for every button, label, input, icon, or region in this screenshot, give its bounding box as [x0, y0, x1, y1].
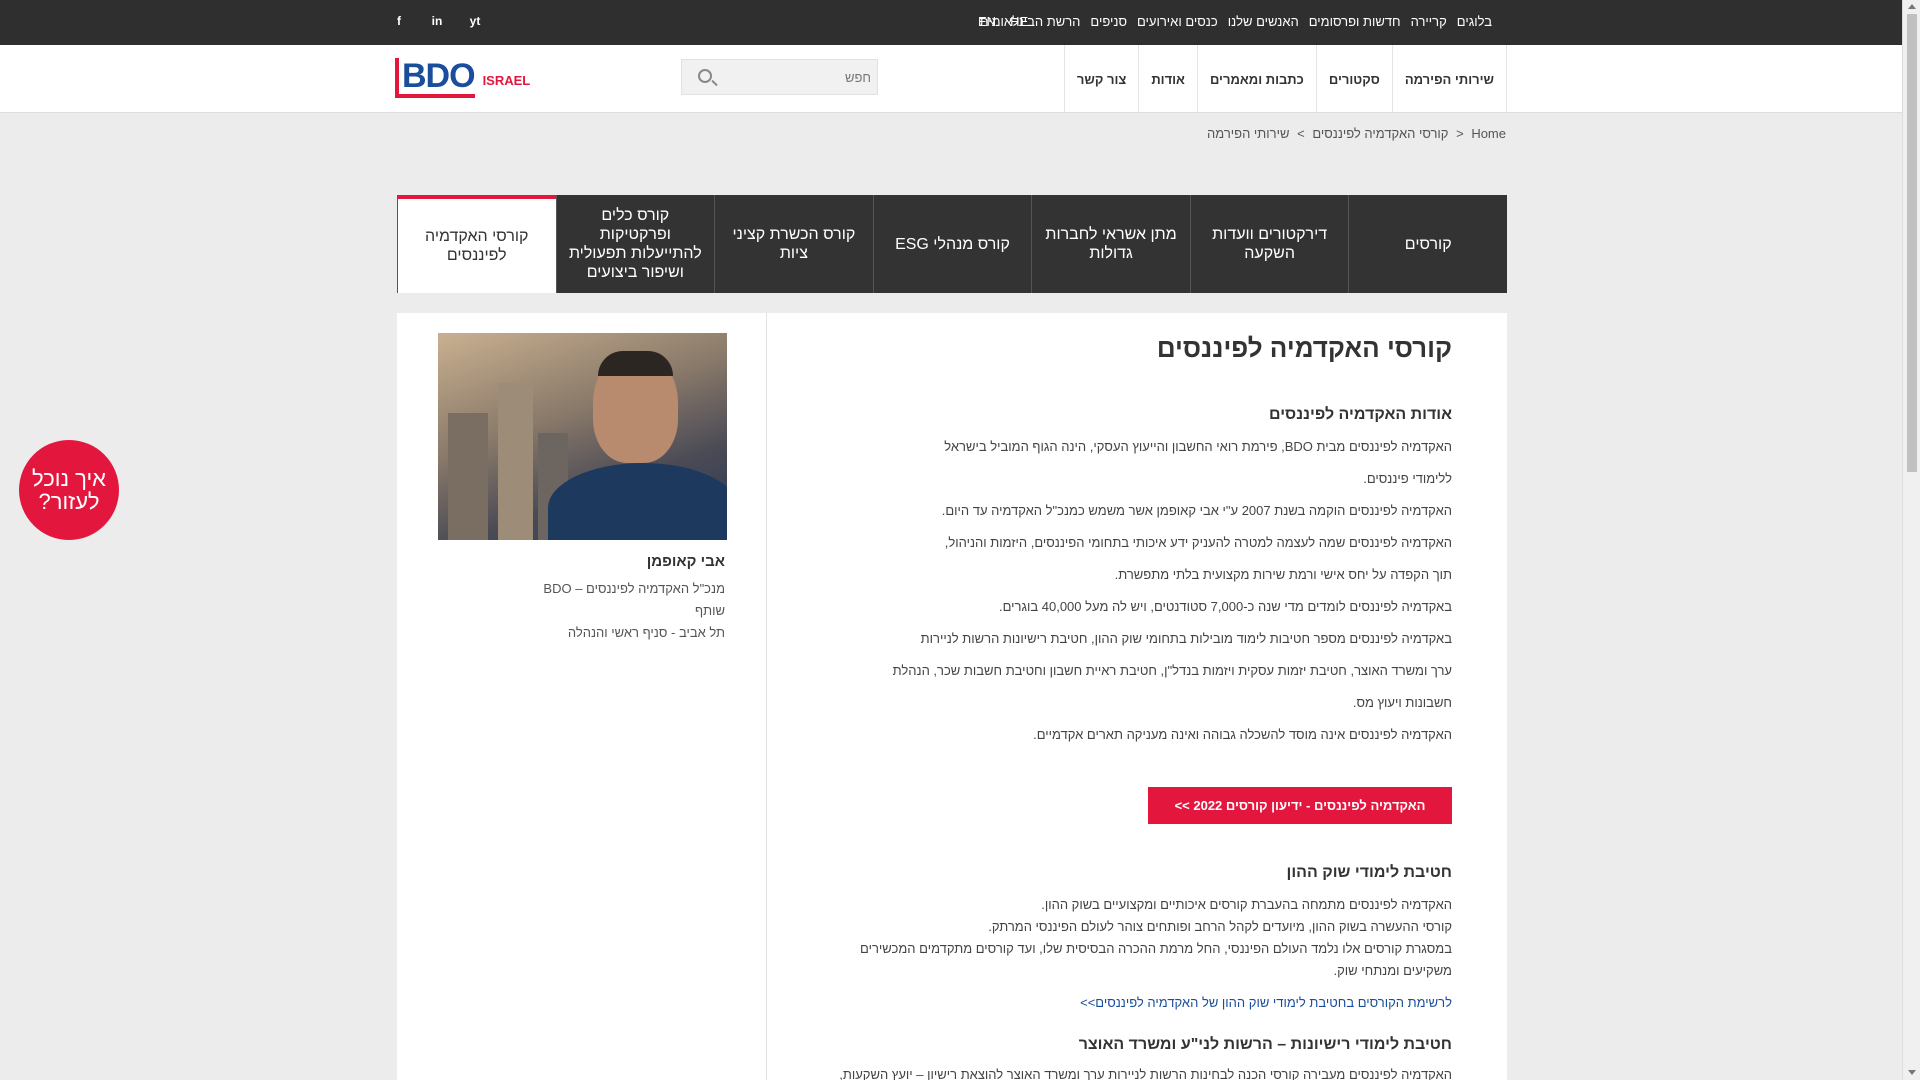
- about-paragraph: ערך ומשרד האוצר, חטיבת יזמות עסקית ויזמו…: [892, 663, 1452, 678]
- breadcrumb-sep: >: [1456, 126, 1464, 141]
- logo-country: ISRAEL: [482, 73, 531, 88]
- toplink-events[interactable]: כנסים ואירועים: [1137, 14, 1218, 29]
- tab-operations[interactable]: קורס כלים ופרקטיקות להתייעלות תפעולית וש…: [555, 195, 715, 293]
- person-photo: [438, 333, 727, 540]
- breadcrumb-current: קורסי האקדמיה לפיננסים: [1312, 126, 1449, 141]
- logo-mark: BDO: [395, 58, 476, 98]
- tab-credit[interactable]: מתן אשראי לחברות גדולות: [1031, 195, 1190, 293]
- breadcrumb-firm-services[interactable]: שירותי הפירמה: [1207, 126, 1289, 141]
- about-paragraph: ללימודי פיננסים.: [1363, 471, 1452, 486]
- photo-hair: [598, 351, 673, 376]
- nav-articles[interactable]: כתבות ומאמרים: [1196, 45, 1316, 113]
- youtube-icon[interactable]: yt: [468, 14, 482, 28]
- breadcrumb-home[interactable]: Home: [1471, 126, 1506, 141]
- about-heading: אודות האקדמיה לפיננסים: [1269, 406, 1452, 423]
- header: BDO ISRAEL שירותי הפירמה סקטורים כתבות ו…: [0, 45, 1902, 113]
- toplink-blogs[interactable]: בלוגים: [1457, 14, 1492, 29]
- person-title: מנכ"ל האקדמיה לפיננסים – BDO: [543, 581, 725, 596]
- capital-courses-link[interactable]: לרשימת הקורסים בחטיבת לימודי שוק ההון של…: [1080, 995, 1452, 1010]
- tab-courses[interactable]: קורסים: [1348, 195, 1507, 293]
- about-paragraph: חשבונות ויעוץ מס.: [1352, 695, 1452, 710]
- linkedin-icon[interactable]: in: [430, 14, 444, 28]
- help-button[interactable]: איך נוכל לעזור?: [19, 440, 119, 540]
- sidebar: אבי קאופמן מנכ"ל האקדמיה לפיננסים – BDO …: [397, 313, 767, 1080]
- tab-finance-academy[interactable]: קורסי האקדמיה לפיננסים: [396, 195, 556, 293]
- main-nav: שירותי הפירמה סקטורים כתבות ומאמרים אודו…: [1063, 45, 1507, 113]
- toplink-international[interactable]: הרשת הבינלאומית: [980, 14, 1081, 29]
- tab-compliance[interactable]: קורס הכשרת קציני ציות: [714, 195, 873, 293]
- about-paragraph: באקדמיה לפיננסים לומדים מדי שנה כ-7,000 …: [998, 599, 1452, 614]
- toplink-careers[interactable]: קריירה: [1411, 14, 1447, 29]
- capital-heading: חטיבת לימודי שוק ההון: [1286, 864, 1452, 881]
- toplink-branches[interactable]: סניפים: [1090, 14, 1127, 29]
- capital-paragraph: במסגרת קורסים אלו נלמד העולם הפיננסי, הח…: [860, 941, 1452, 956]
- nav-firm-services[interactable]: שירותי הפירמה: [1391, 45, 1507, 113]
- breadcrumb-sep: >: [1297, 126, 1305, 141]
- about-paragraph: האקדמיה לפיננסים הוקמה בשנת 2007 ע"י אבי…: [941, 503, 1452, 518]
- toplink-news[interactable]: חדשות ופרסומים: [1309, 14, 1401, 29]
- photo-building: [498, 383, 533, 540]
- capital-paragraph: קורסי ההעשרה בשוק ההון, מיועדים לקהל הרח…: [988, 919, 1452, 934]
- nav-contact[interactable]: צור קשר: [1063, 45, 1138, 113]
- person-branch: תל אביב - סניף ראשי והנהלה: [567, 625, 725, 640]
- logo[interactable]: BDO ISRAEL: [395, 58, 530, 98]
- license-paragraph: האקדמיה לפיננסים מעבירה קורסי הכנה לבחינ…: [839, 1067, 1452, 1080]
- search-icon[interactable]: [698, 69, 712, 83]
- scroll-up-icon[interactable]: [1908, 4, 1916, 9]
- social-links: f in yt: [392, 14, 482, 28]
- license-heading: חטיבת לימודי רישיונות – הרשות לני"ע ומשר…: [1078, 1036, 1452, 1053]
- about-paragraph: האקדמיה לפיננסים מבית BDO, פירמת רואי הח…: [944, 439, 1452, 454]
- toplink-people[interactable]: האנשים שלנו: [1228, 14, 1299, 29]
- facebook-icon[interactable]: f: [392, 14, 406, 28]
- content-panel: אבי קאופמן מנכ"ל האקדמיה לפיננסים – BDO …: [397, 313, 1507, 1080]
- scrollbar-thumb[interactable]: [1907, 14, 1917, 472]
- page-title: קורסי האקדמיה לפיננסים: [1156, 333, 1452, 363]
- photo-body: [548, 463, 727, 540]
- capital-paragraph: האקדמיה לפיננסים מתמחה בהעברת קורסים איכ…: [1041, 897, 1452, 912]
- capital-paragraph: משקיעים ומנתחי שוק.: [1333, 963, 1453, 978]
- scrollbar[interactable]: [1902, 0, 1920, 1080]
- tab-esg[interactable]: קורס מנהלי ESG: [872, 195, 1032, 293]
- tab-directors[interactable]: דירקטורים וועדות השקעה: [1189, 195, 1349, 293]
- about-paragraph: באקדמיה לפיננסים מספר חטיבות לימוד מוביל…: [920, 631, 1452, 646]
- person-name: אבי קאופמן: [646, 553, 725, 570]
- about-paragraph: האקדמיה לפיננסים שמה לעצמה למטרה להעניק …: [944, 535, 1452, 550]
- nav-sectors[interactable]: סקטורים: [1315, 45, 1392, 113]
- course-tabs: קורסים דירקטורים וועדות השקעה מתן אשראי …: [396, 195, 1507, 293]
- top-links: הרשת הבינלאומית סניפים כנסים ואירועים הא…: [980, 14, 1493, 29]
- course-catalog-button[interactable]: האקדמיה לפיננסים - ידיעון קורסים 2022 >>: [1148, 787, 1452, 824]
- about-paragraph: האקדמיה לפיננסים אינה מוסד להשכלה גבוהה …: [1033, 727, 1452, 742]
- breadcrumb: קורסי האקדמיה לפיננסים > שירותי הפירמה >…: [1203, 126, 1506, 141]
- about-paragraph: תוך הקפדה על יחס אישי ורמת שירות מקצועית…: [1114, 567, 1452, 582]
- top-bar: f in yt EN HE הרשת הבינלאומית סניפים כנס…: [0, 0, 1902, 45]
- search-box: [681, 59, 878, 95]
- nav-about[interactable]: אודות: [1138, 45, 1197, 113]
- person-role: שותף: [695, 603, 725, 618]
- scroll-down-icon[interactable]: [1908, 1070, 1916, 1075]
- photo-building: [448, 413, 488, 540]
- search-input[interactable]: [721, 66, 871, 88]
